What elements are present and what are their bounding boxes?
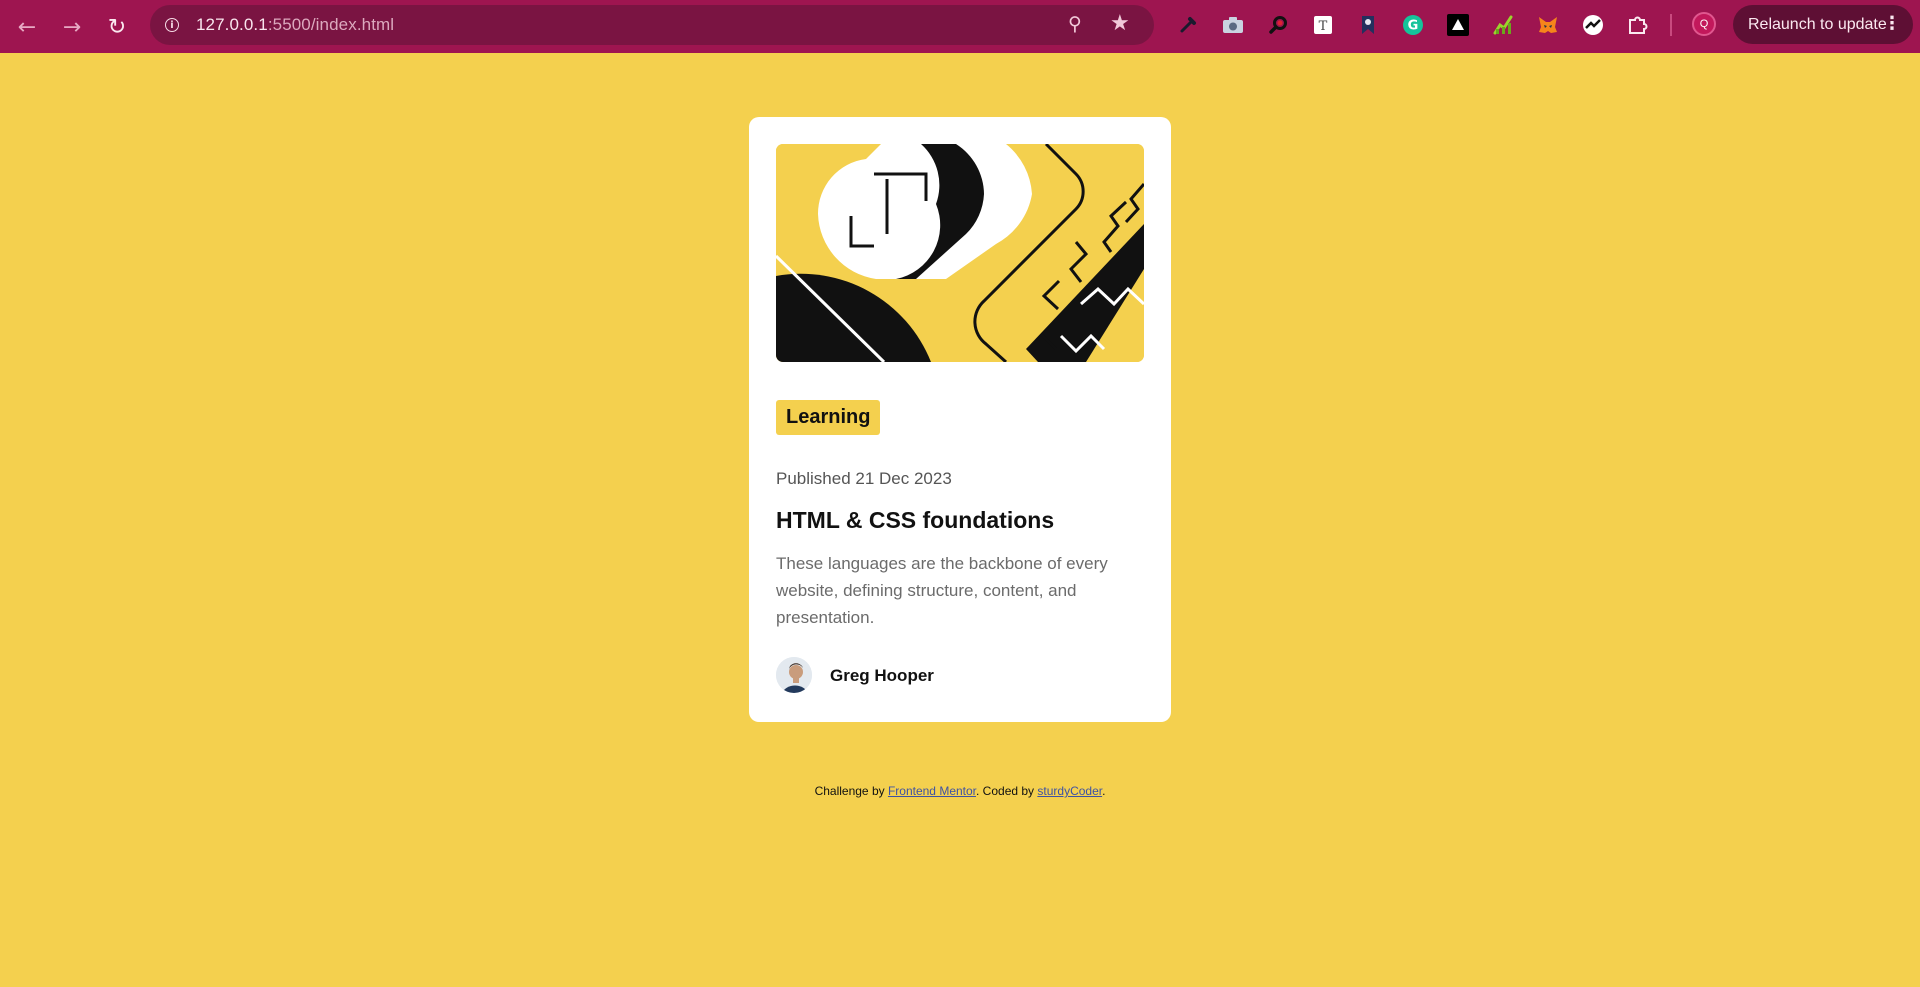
bookmark-extension-icon[interactable] [1355, 12, 1381, 38]
card-illustration [776, 144, 1144, 362]
browser-toolbar: ← → ↻ i 127.0.0.1:5500/index.html ⚲ ★ T … [0, 0, 1920, 53]
svg-text:G: G [1408, 19, 1419, 34]
site-info-icon[interactable]: i [160, 13, 184, 37]
text-extension-icon[interactable]: T [1310, 12, 1336, 38]
attribution: Challenge by Frontend Mentor. Coded by s… [0, 784, 1920, 798]
frontend-mentor-link[interactable]: Frontend Mentor [888, 784, 976, 798]
forward-arrow-icon[interactable]: → [55, 10, 89, 44]
author-name: Greg Hooper [830, 666, 934, 685]
menu-dots-icon[interactable]: ⋮ [1883, 13, 1901, 35]
address-bar[interactable]: i 127.0.0.1:5500/index.html ⚲ ★ [150, 5, 1154, 45]
card-title[interactable]: HTML & CSS foundations [776, 507, 1054, 534]
bookmark-star-icon[interactable]: ★ [1110, 11, 1130, 36]
profile-avatar[interactable]: Q [1692, 12, 1716, 36]
url-text[interactable]: 127.0.0.1:5500/index.html [196, 15, 394, 35]
chart-extension-icon[interactable] [1490, 12, 1516, 38]
grammarly-icon[interactable]: G [1400, 12, 1426, 38]
camera-icon[interactable] [1220, 12, 1246, 38]
toolbar-divider [1670, 14, 1672, 36]
blog-card: Learning Published 21 Dec 2023 HTML & CS… [749, 117, 1171, 722]
author-profile-link[interactable]: sturdyCoder [1037, 784, 1102, 798]
magnifier-icon[interactable] [1265, 12, 1291, 38]
relaunch-label: Relaunch to update [1748, 15, 1887, 33]
url-host: 127.0.0.1 [196, 15, 268, 34]
author-avatar [776, 657, 812, 693]
attribution-prefix: Challenge by [814, 784, 888, 798]
puzzle-icon[interactable] [1625, 12, 1651, 38]
attribution-suffix: . [1102, 784, 1106, 798]
relaunch-button[interactable]: Relaunch to update ⋮ [1733, 5, 1913, 44]
reload-icon[interactable]: ↻ [100, 10, 134, 44]
url-path: :5500/index.html [267, 15, 395, 34]
attribution-middle: . Coded by [976, 784, 1038, 798]
published-date: Published 21 Dec 2023 [776, 469, 952, 488]
zoom-icon[interactable]: ⚲ [1068, 13, 1082, 35]
back-arrow-icon[interactable]: ← [10, 10, 44, 44]
svg-text:T: T [1319, 19, 1328, 34]
metamask-icon[interactable] [1535, 12, 1561, 38]
eyedropper-icon[interactable] [1175, 12, 1201, 38]
triangle-extension-icon[interactable] [1445, 12, 1471, 38]
category-tag: Learning [776, 400, 881, 435]
card-description: These languages are the backbone of ever… [776, 554, 1108, 627]
analytics-extension-icon[interactable] [1580, 12, 1606, 38]
